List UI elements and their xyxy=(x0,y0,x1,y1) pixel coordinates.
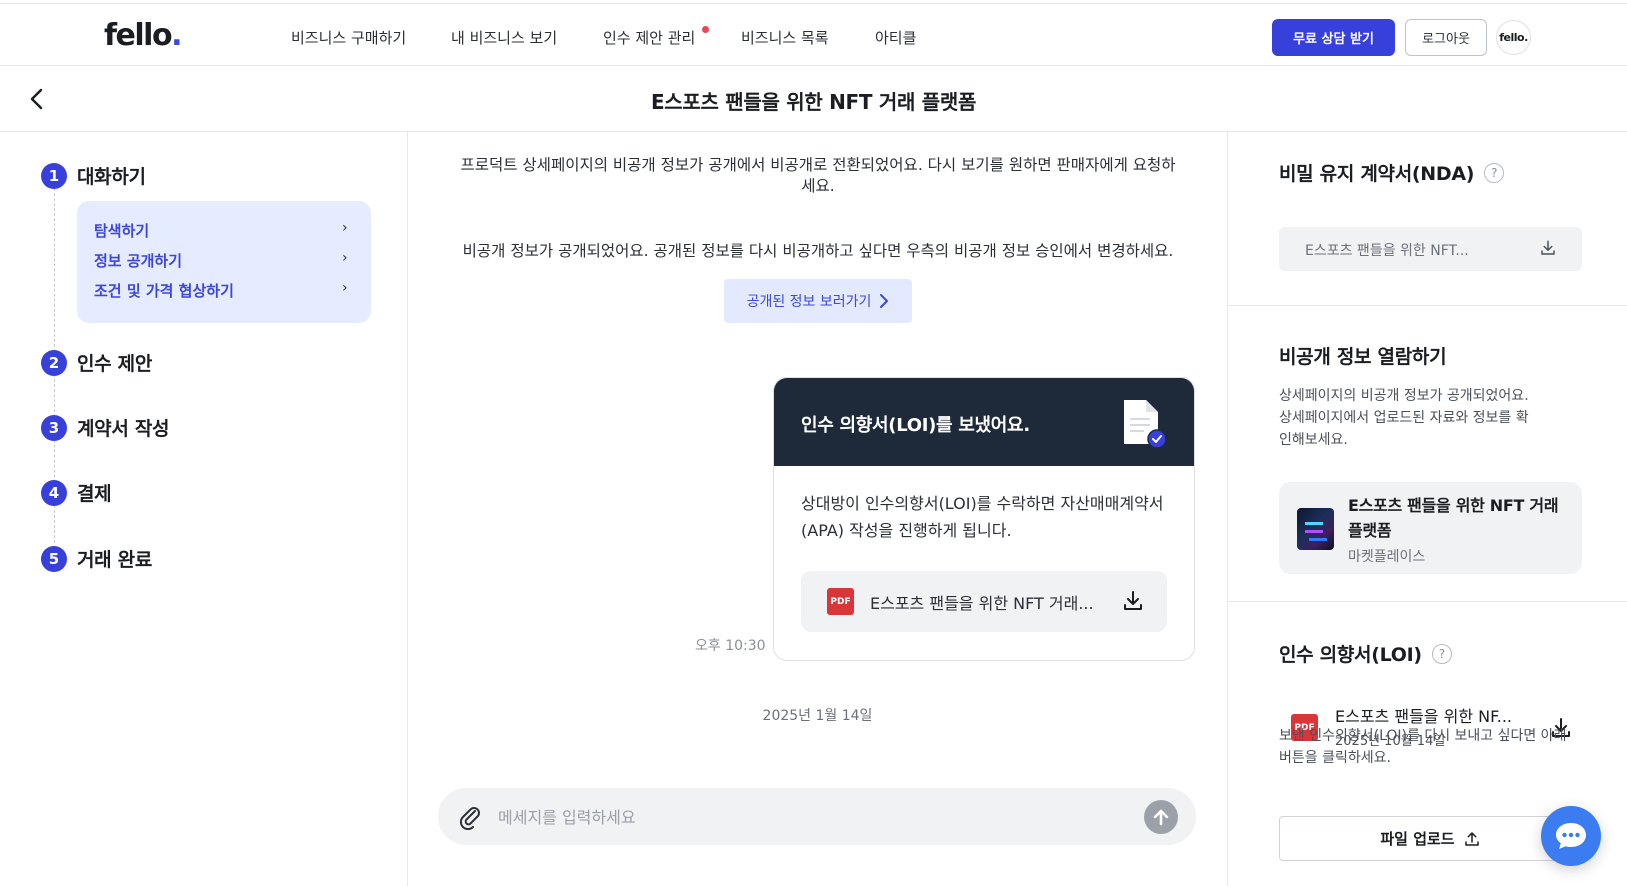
chat-support-button[interactable] xyxy=(1541,806,1601,866)
step-number: 5 xyxy=(41,545,67,572)
nda-file[interactable]: E스포츠 팬들을 위한 NFT... xyxy=(1279,227,1582,271)
chevron-right-icon: › xyxy=(342,280,348,296)
step-label: 인수 제안 xyxy=(77,353,153,375)
step-complete[interactable]: 5 거래 완료 xyxy=(41,545,152,572)
substep-disclose-info[interactable]: 정보 공개하기 xyxy=(94,250,182,271)
send-button[interactable] xyxy=(1144,800,1178,834)
message-header: 인수 의향서(LOI)를 보냈어요. xyxy=(774,378,1194,466)
notification-dot xyxy=(702,26,709,33)
download-icon[interactable] xyxy=(1121,589,1145,613)
file-name: E스포츠 팬들을 위한 NFT... xyxy=(1305,243,1469,259)
avatar[interactable]: fello. xyxy=(1496,20,1531,55)
step-label: 대화하기 xyxy=(77,166,146,188)
nav-my-business[interactable]: 내 비즈니스 보기 xyxy=(451,27,557,48)
chat-panel: 프로덕트 상세페이지의 비공개 정보가 공개에서 비공개로 전환되었어요. 다시… xyxy=(408,132,1227,886)
top-navigation: fello. 비즈니스 구매하기 내 비즈니스 보기 인수 제안 관리 비즈니스… xyxy=(0,3,1627,66)
loi-message-card: 인수 의향서(LOI)를 보냈어요. 상대방이 인수의향서(LOI)를 수락하면… xyxy=(773,377,1195,661)
step-label: 거래 완료 xyxy=(77,549,153,571)
step-label: 결제 xyxy=(77,483,112,505)
message-body: 상대방이 인수의향서(LOI)를 수락하면 자산매매계약서(APA) 작성을 진… xyxy=(801,494,1164,540)
loi-title: 인수 의향서(LOI) ? xyxy=(1279,640,1452,667)
step-label: 계약서 작성 xyxy=(77,418,170,440)
view-button-label: 공개된 정보 보러가기 xyxy=(746,294,872,310)
document-check-icon xyxy=(1124,400,1166,449)
substep-explore[interactable]: 탐색하기 xyxy=(94,220,149,241)
nav-business-list[interactable]: 비즈니스 목록 xyxy=(741,27,829,48)
substep-negotiate[interactable]: 조건 및 가격 협상하기 xyxy=(94,280,234,301)
view-disclosed-info-button[interactable]: 공개된 정보 보러가기 xyxy=(724,279,912,323)
date-separator: 2025년 1월 14일 xyxy=(762,708,873,724)
deal-info-sidebar: 비밀 유지 계약서(NDA) ? E스포츠 팬들을 위한 NFT... 비공개 … xyxy=(1227,132,1627,886)
substeps-box: 탐색하기 › 정보 공개하기 › 조건 및 가격 협상하기 › xyxy=(77,201,371,323)
private-info-desc: 상세페이지의 비공개 정보가 공개되었어요. 상세페이지에서 업로드된 자료와 … xyxy=(1279,388,1529,448)
step-number: 2 xyxy=(41,349,67,376)
loi-desc: 보낸 인수의향서(LOI)를 다시 보내고 싶다면 아래 버튼을 클릭하세요. xyxy=(1279,728,1567,766)
nav-buy-business[interactable]: 비즈니스 구매하기 xyxy=(291,27,406,48)
upload-icon xyxy=(1464,831,1479,846)
step-contract[interactable]: 3 계약서 작성 xyxy=(41,414,170,441)
arrow-up-icon xyxy=(1153,809,1169,826)
paperclip-icon[interactable] xyxy=(456,802,484,830)
nav-offer-management[interactable]: 인수 제안 관리 xyxy=(603,27,695,48)
file-name: E스포츠 팬들을 위한 NFT 거래... xyxy=(870,594,1094,613)
step-payment[interactable]: 4 결제 xyxy=(41,479,112,506)
product-category: 마켓플레이스 xyxy=(1348,549,1426,565)
product-thumbnail xyxy=(1297,508,1334,550)
download-icon[interactable] xyxy=(1539,239,1557,257)
system-notice-public: 비공개 정보가 공개되었어요. 공개된 정보를 다시 비공개하고 싶다면 우측의… xyxy=(462,242,1174,260)
system-notice-private: 프로덕트 상세페이지의 비공개 정보가 공개에서 비공개로 전환되었어요. 다시… xyxy=(460,156,1176,195)
file-name: E스포츠 팬들을 위한 NF... xyxy=(1335,707,1512,726)
product-name: E스포츠 팬들을 위한 NFT 거래 플랫폼 xyxy=(1348,496,1559,540)
chat-bubble-icon xyxy=(1556,823,1586,849)
file-upload-button[interactable]: 파일 업로드 xyxy=(1279,816,1582,861)
pdf-icon: PDF xyxy=(827,588,854,615)
message-title: 인수 의향서(LOI)를 보냈어요. xyxy=(801,415,1030,436)
product-card[interactable]: E스포츠 팬들을 위한 NFT 거래 플랫폼 마켓플레이스 xyxy=(1279,482,1582,574)
upload-label: 파일 업로드 xyxy=(1380,830,1455,848)
chevron-right-icon: › xyxy=(342,220,348,236)
chevron-right-icon: › xyxy=(342,250,348,266)
step-chat[interactable]: 1 대화하기 xyxy=(41,162,146,189)
private-info-title: 비공개 정보 열람하기 xyxy=(1279,346,1447,368)
fello-logo[interactable]: fello. xyxy=(104,18,182,53)
step-offer[interactable]: 2 인수 제안 xyxy=(41,349,152,376)
help-icon[interactable]: ? xyxy=(1484,162,1505,183)
message-input[interactable] xyxy=(498,802,1138,832)
free-consult-button[interactable]: 무료 상담 받기 xyxy=(1272,19,1395,56)
nda-section: 비밀 유지 계약서(NDA) ? E스포츠 팬들을 위한 NFT... xyxy=(1228,132,1627,306)
nav-articles[interactable]: 아티클 xyxy=(875,27,916,48)
deal-steps-panel: 1 대화하기 탐색하기 › 정보 공개하기 › 조건 및 가격 협상하기 › 2… xyxy=(0,132,408,886)
step-number: 4 xyxy=(41,479,67,506)
nda-title: 비밀 유지 계약서(NDA) ? xyxy=(1279,159,1505,186)
logout-button[interactable]: 로그아웃 xyxy=(1405,19,1487,56)
step-number: 3 xyxy=(41,414,67,441)
page-title: E스포츠 팬들을 위한 NFT 거래 플랫폼 xyxy=(650,90,977,114)
title-bar: E스포츠 팬들을 위한 NFT 거래 플랫폼 xyxy=(0,66,1627,132)
message-composer xyxy=(438,788,1196,845)
message-timestamp: 오후 10:30 xyxy=(695,638,766,654)
chevron-right-icon xyxy=(880,294,889,308)
step-number: 1 xyxy=(41,162,67,189)
loi-file-attachment[interactable]: PDF E스포츠 팬들을 위한 NFT 거래... xyxy=(801,571,1167,632)
help-icon[interactable]: ? xyxy=(1431,643,1452,664)
